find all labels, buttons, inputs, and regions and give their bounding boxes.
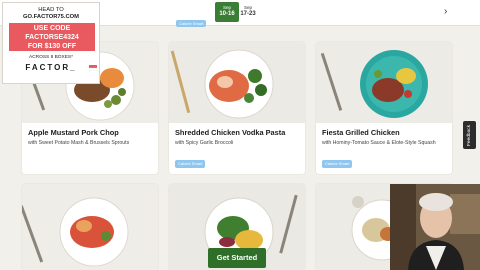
calorie-smart-badge: Calorie Smart xyxy=(176,20,207,27)
meal-subtitle: with Sweet Potato Mash & Brussels Sprout… xyxy=(28,140,130,146)
calorie-smart-badge: Calorie Smart xyxy=(175,160,206,168)
week-tab-sep-17-23[interactable]: Sep 17-23 xyxy=(236,2,260,22)
meal-title: Fiesta Grilled Chicken xyxy=(322,128,400,137)
promo-terms: ACROSS 8 BOXES* xyxy=(29,55,73,60)
calorie-smart-badge: Calorie Smart xyxy=(322,160,353,168)
promo-code-label: USE CODE xyxy=(33,25,71,32)
week-tab-range: 17-23 xyxy=(240,11,256,17)
week-tab-month: Sep xyxy=(243,5,252,10)
fiesta-chicken-plate-illustration xyxy=(316,42,452,123)
meal-card-fiesta-grilled-chicken[interactable]: Fiesta Grilled Chicken with Hominy-Tomat… xyxy=(316,42,452,174)
meal-card[interactable] xyxy=(22,184,158,270)
promo-code-overlay: HEAD TO GO.FACTOR75.COM USE CODE FACTORS… xyxy=(2,2,100,84)
webcam-presenter-overlay xyxy=(390,184,480,270)
vodka-pasta-plate-illustration xyxy=(169,42,305,123)
meal-subtitle: with Spicy Garlic Broccoli xyxy=(175,140,234,146)
presenter-image xyxy=(390,184,480,270)
factor-logo: FACTOR_ xyxy=(25,63,77,72)
feedback-tab[interactable]: Feedback xyxy=(463,121,476,149)
meal-photo xyxy=(169,42,305,123)
meal-card-shredded-chicken-vodka-pasta[interactable]: Shredded Chicken Vodka Pasta with Spicy … xyxy=(169,42,305,174)
meal-photo xyxy=(316,42,452,123)
meal-title: Apple Mustard Pork Chop xyxy=(28,128,119,137)
chevron-right-icon[interactable]: › xyxy=(444,6,447,17)
meal-title: Shredded Chicken Vodka Pasta xyxy=(175,128,286,137)
meal-photo xyxy=(22,184,158,270)
meal-subtitle: with Hominy-Tomato Sauce & Elote-Style S… xyxy=(322,140,436,146)
promo-url: GO.FACTOR75.COM xyxy=(23,14,79,20)
promo-code-value: FACTORSE4324 xyxy=(25,34,79,41)
promo-discount: FOR $130 OFF xyxy=(27,43,77,50)
promo-line-1: HEAD TO xyxy=(38,7,64,13)
get-started-button[interactable]: Get Started xyxy=(208,248,266,268)
promo-code-box: USE CODE FACTORSE4324 FOR $130 OFF xyxy=(9,23,95,51)
promo-headline: HEAD TO GO.FACTOR75.COM xyxy=(3,7,99,21)
flag-icon xyxy=(89,65,97,71)
